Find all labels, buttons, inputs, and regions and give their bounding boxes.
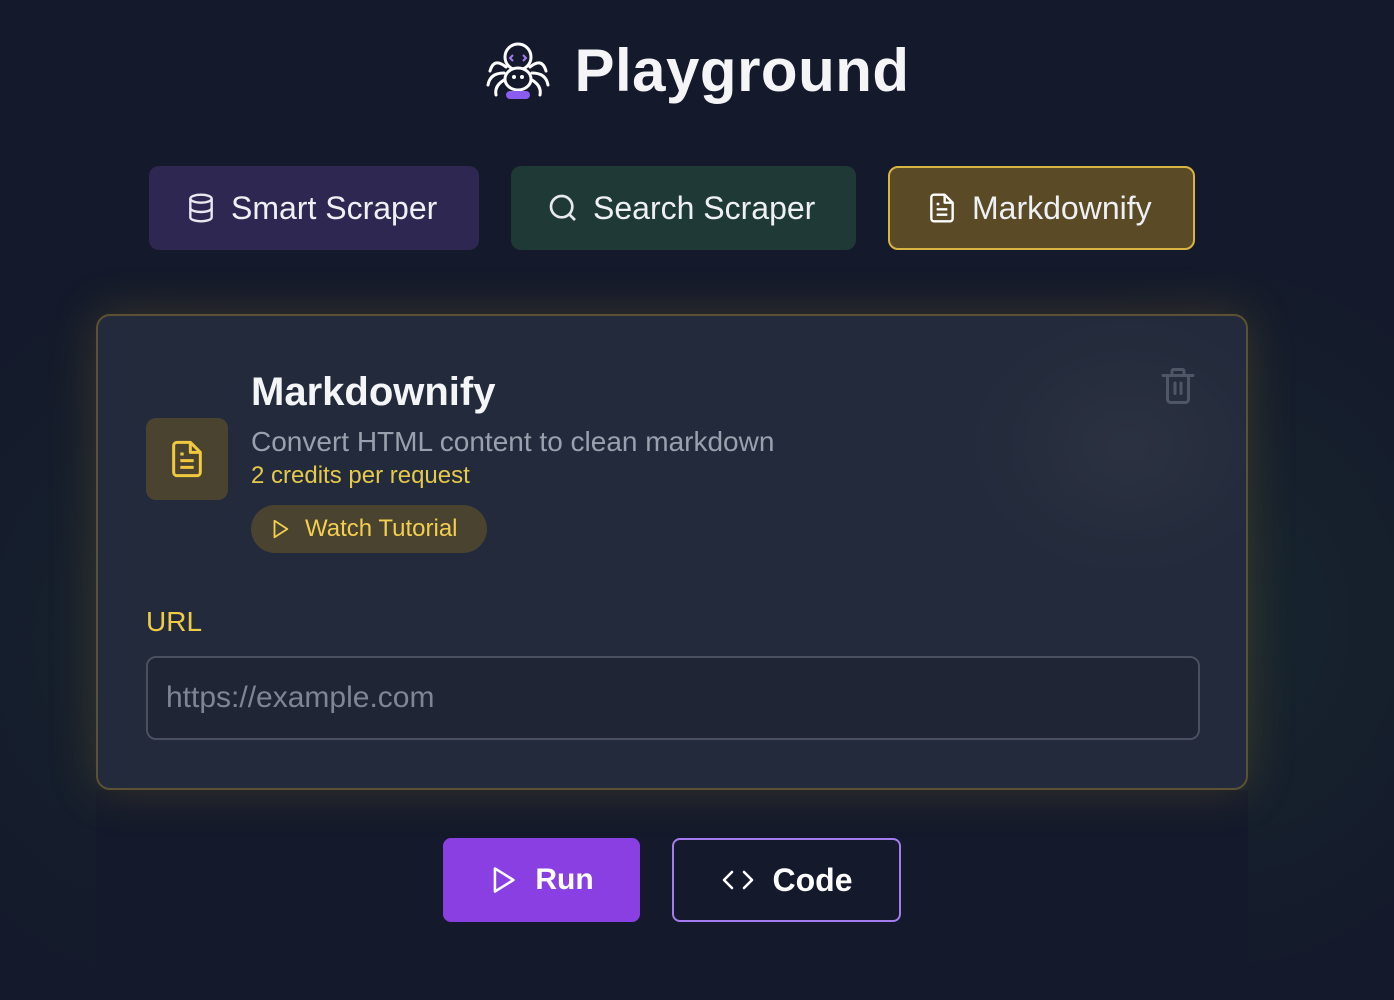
tool-icon-box <box>146 418 228 500</box>
tab-label: Smart Scraper <box>231 189 438 226</box>
document-icon <box>172 440 202 478</box>
tool-description: Convert HTML content to clean markdown <box>251 426 775 457</box>
run-button[interactable]: Run <box>443 838 640 922</box>
tool-title: Markdownify <box>251 370 496 414</box>
document-icon <box>930 193 954 223</box>
spider-mascot-icon <box>486 42 550 99</box>
tutorial-label: Watch Tutorial <box>305 515 458 542</box>
watch-tutorial-button[interactable]: Watch Tutorial <box>251 505 487 553</box>
credits-info: 2 credits per request <box>251 462 470 489</box>
play-icon <box>493 867 515 893</box>
database-icon <box>189 193 213 223</box>
tab-smart-scraper[interactable]: Smart Scraper <box>149 166 479 250</box>
play-icon <box>273 519 289 539</box>
run-label: Run <box>535 863 594 896</box>
tab-search-scraper[interactable]: Search Scraper <box>511 166 856 250</box>
page-title: Playground <box>574 36 910 104</box>
tab-label: Search Scraper <box>593 189 816 226</box>
tab-markdownify[interactable]: Markdownify <box>888 166 1195 250</box>
url-label: URL <box>146 606 203 637</box>
code-icon <box>722 870 753 890</box>
search-icon <box>549 194 576 221</box>
code-button[interactable]: Code <box>672 838 901 922</box>
code-label: Code <box>772 861 853 898</box>
tab-label: Markdownify <box>972 189 1152 226</box>
tool-card: Markdownify Convert HTML content to clea… <box>96 314 1248 790</box>
header: Playground <box>0 30 1394 110</box>
trash-icon[interactable] <box>1160 366 1196 406</box>
url-input[interactable] <box>146 656 1200 740</box>
